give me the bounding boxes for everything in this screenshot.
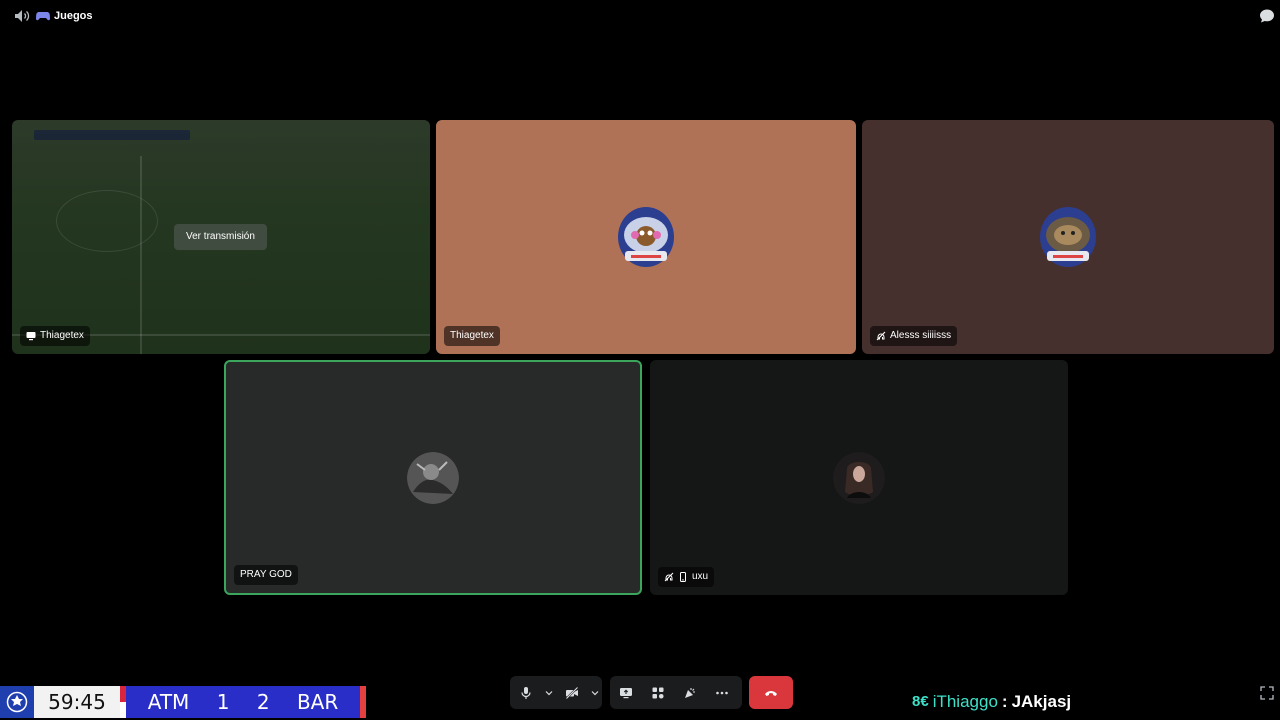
participant-tile[interactable]: uxu (650, 360, 1068, 595)
camera-options-button[interactable] (588, 676, 602, 709)
activity-controls (610, 676, 742, 709)
activities-icon (652, 687, 664, 699)
match-score: ATM 1 2 BAR (126, 686, 360, 718)
speaker-icon[interactable] (14, 9, 30, 23)
participant-tile-speaking[interactable]: PRAY GOD (224, 360, 642, 595)
participant-label: Thiagetex (444, 326, 500, 346)
activities-button[interactable] (642, 676, 674, 709)
user-avatar (833, 451, 885, 504)
more-button[interactable] (706, 676, 738, 709)
home-team: ATM (147, 690, 190, 714)
participant-label: uxu (658, 567, 715, 587)
media-controls (510, 676, 602, 709)
chat-text: JAkjasj (1011, 692, 1072, 711)
participant-tile[interactable]: Alesss siiiisss (862, 120, 1274, 354)
helmet-avatar (618, 207, 674, 267)
more-icon (716, 691, 728, 694)
chat-message: 8€ iThiaggo : JAkjasj (912, 690, 1071, 714)
chat-username: iThiaggo (932, 692, 998, 711)
home-score: 1 (216, 690, 230, 714)
participant-label: PRAY GOD (234, 565, 298, 585)
participant-name: Thiagetex (40, 330, 84, 341)
soundboard-button[interactable] (674, 676, 706, 709)
champions-league-icon (0, 686, 34, 718)
participant-tile[interactable]: Thiagetex (436, 120, 856, 354)
watch-stream-button[interactable]: Ver transmisión (174, 224, 267, 250)
participant-label: Thiagetex (20, 326, 90, 346)
screen-share-button[interactable] (610, 676, 642, 709)
scoreboard-overlay: 59:45 ATM 1 2 BAR (0, 686, 366, 718)
match-clock: 59:45 (34, 686, 120, 718)
channel-title: Juegos (54, 10, 93, 22)
camera-off-icon (565, 686, 579, 699)
stream-scorebar (34, 130, 190, 140)
gamepad-icon (36, 12, 50, 21)
soundboard-icon (685, 687, 695, 698)
away-team: BAR (296, 690, 339, 714)
pitch-circle (56, 190, 158, 252)
screen-share-icon (620, 687, 632, 698)
participant-name: PRAY GOD (240, 569, 292, 580)
participant-name: Thiagetex (450, 330, 494, 341)
team-stripe (360, 686, 366, 718)
screen-share-icon (26, 332, 36, 341)
disconnect-button[interactable] (749, 676, 793, 709)
stream-tile[interactable]: Ver transmisión Thiagetex (12, 120, 430, 354)
deafened-icon (876, 331, 886, 341)
participant-label: Alesss siiiisss (870, 326, 958, 346)
user-avatar (407, 451, 459, 504)
mobile-icon (680, 572, 686, 582)
helmet-avatar (1040, 207, 1096, 267)
participant-name: uxu (692, 571, 709, 582)
camera-button[interactable] (556, 676, 588, 709)
microphone-icon (521, 686, 531, 699)
chat-separator: : (1001, 692, 1008, 711)
pitch-line (140, 156, 142, 354)
chevron-down-icon (545, 690, 553, 695)
chat-bubble-icon[interactable] (1259, 8, 1275, 24)
participant-name: Alesss siiiisss (890, 330, 952, 341)
microphone-button[interactable] (510, 676, 542, 709)
hang-up-icon (765, 690, 777, 696)
fullscreen-icon[interactable] (1260, 686, 1274, 700)
microphone-options-button[interactable] (542, 676, 556, 709)
user-badge: 8€ (912, 693, 929, 710)
deafened-icon (664, 572, 674, 582)
chevron-down-icon (591, 690, 599, 695)
away-score: 2 (256, 690, 270, 714)
